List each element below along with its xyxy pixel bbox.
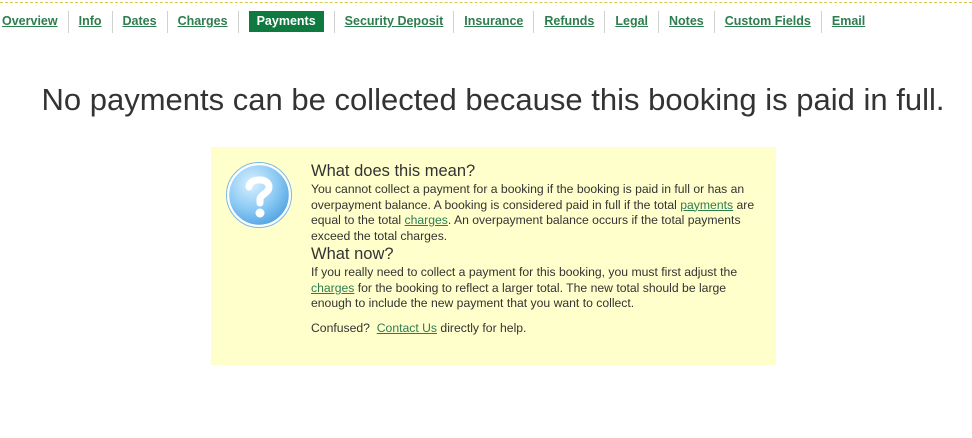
top-dashed-divider bbox=[0, 2, 972, 3]
tab-charges[interactable]: Charges bbox=[168, 11, 239, 33]
payments-link[interactable]: payments bbox=[680, 198, 733, 212]
charges-link-2[interactable]: charges bbox=[311, 281, 354, 295]
help-box: What does this mean? You cannot collect … bbox=[211, 147, 776, 365]
charges-link[interactable]: charges bbox=[405, 213, 448, 227]
tab-security-deposit[interactable]: Security Deposit bbox=[335, 11, 455, 33]
help-title-meaning: What does this mean? bbox=[311, 162, 476, 180]
help-title-now: What now? bbox=[311, 245, 394, 263]
tab-insurance[interactable]: Insurance bbox=[454, 11, 535, 33]
help-content: What does this mean? You cannot collect … bbox=[311, 161, 766, 336]
tab-overview[interactable]: Overview bbox=[0, 11, 69, 33]
help-confused: Confused? Contact Us directly for help. bbox=[311, 321, 766, 337]
text-fragment: directly for help. bbox=[437, 320, 527, 335]
tab-dates[interactable]: Dates bbox=[113, 11, 168, 33]
tab-info[interactable]: Info bbox=[69, 11, 113, 33]
text-fragment: Confused? bbox=[311, 320, 377, 335]
question-icon bbox=[226, 162, 292, 228]
tab-payments-wrap: Payments bbox=[239, 11, 335, 33]
tab-email[interactable]: Email bbox=[822, 11, 875, 33]
tab-legal[interactable]: Legal bbox=[605, 11, 660, 33]
contact-us-link[interactable]: Contact Us bbox=[377, 321, 437, 335]
text-fragment: for the booking to reflect a larger tota… bbox=[311, 280, 727, 311]
help-text-meaning: You cannot collect a payment for a booki… bbox=[311, 182, 766, 244]
page-headline: No payments can be collected because thi… bbox=[41, 82, 945, 117]
text-fragment: If you really need to collect a payment … bbox=[311, 265, 738, 279]
tab-refunds[interactable]: Refunds bbox=[534, 11, 606, 33]
tab-notes[interactable]: Notes bbox=[659, 11, 715, 33]
help-text-now: If you really need to collect a payment … bbox=[311, 265, 766, 312]
tab-payments[interactable]: Payments bbox=[248, 11, 324, 32]
booking-tabs: Overview Info Dates Charges Payments Sec… bbox=[0, 11, 875, 33]
tab-custom-fields[interactable]: Custom Fields bbox=[715, 11, 822, 33]
